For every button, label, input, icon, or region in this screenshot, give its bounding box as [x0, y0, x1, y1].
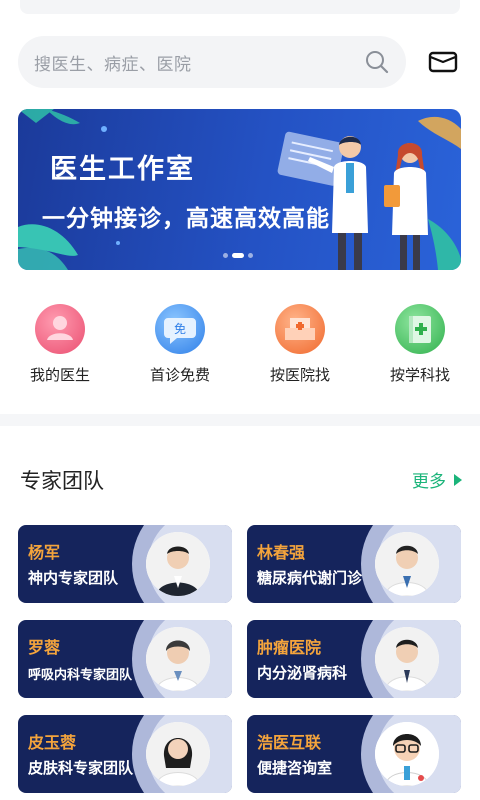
- more-link[interactable]: 更多: [412, 467, 462, 492]
- quick-entry-my-doctor[interactable]: 我的医生: [0, 304, 120, 385]
- team-description: 便捷咨询室: [257, 759, 333, 777]
- doctor-photo: [375, 532, 439, 596]
- mail-icon[interactable]: [428, 50, 458, 74]
- banner-dot: [248, 253, 253, 258]
- quick-entry-row: 我的医生 免 首诊免费 按医院找 按学科找: [0, 304, 480, 394]
- quick-entry-label: 我的医生: [29, 366, 90, 384]
- doctor-avatar-icon: [35, 304, 85, 354]
- section-divider: [0, 414, 480, 426]
- banner-pagination: [223, 253, 253, 258]
- banner-subtitle: 一分钟接诊，高速高效高能: [42, 206, 330, 232]
- medical-book-icon: [395, 304, 445, 354]
- team-name: 浩医互联: [257, 733, 322, 752]
- search-row: 搜医生、病症、医院: [0, 36, 480, 88]
- banner-title: 医生工作室: [50, 154, 195, 185]
- team-card[interactable]: 林春强 糖尿病代谢门诊: [247, 525, 461, 603]
- quick-entry-by-department[interactable]: 按学科找: [360, 304, 480, 385]
- doctor-photo: [146, 532, 210, 596]
- team-card[interactable]: 皮玉蓉 皮肤科专家团队: [18, 715, 232, 793]
- team-name: 皮玉蓉: [28, 733, 77, 752]
- search-placeholder: 搜医生、病症、医院: [34, 54, 192, 75]
- doctor-photo: [146, 722, 210, 786]
- promo-banner[interactable]: 医生工作室 一分钟接诊，高速高效高能: [18, 109, 461, 270]
- team-description: 皮肤科专家团队: [28, 759, 134, 777]
- quick-entry-free-consult[interactable]: 免 首诊免费: [120, 304, 240, 385]
- more-label: 更多: [412, 472, 446, 492]
- team-card[interactable]: 罗蓉 呼吸内科专家团队: [18, 620, 232, 698]
- search-icon[interactable]: [364, 49, 390, 75]
- team-description: 糖尿病代谢门诊: [257, 569, 363, 587]
- quick-entry-label: 按医院找: [269, 366, 330, 384]
- status-strip: [20, 0, 460, 14]
- free-chat-icon: 免: [155, 304, 205, 354]
- doctor-cartoon-avatar: [375, 722, 439, 786]
- banner-dot: [223, 253, 228, 258]
- banner-illustration: [18, 109, 461, 270]
- team-card[interactable]: 浩医互联 便捷咨询室: [247, 715, 461, 793]
- team-description: 内分泌肾病科: [257, 664, 348, 682]
- quick-entry-by-hospital[interactable]: 按医院找: [240, 304, 360, 385]
- team-card[interactable]: 杨军 神内专家团队: [18, 525, 232, 603]
- doctor-photo: [375, 627, 439, 691]
- svg-text:免: 免: [174, 321, 186, 336]
- doctor-photo: [146, 627, 210, 691]
- quick-entry-label: 按学科找: [389, 366, 450, 384]
- team-name: 罗蓉: [28, 638, 61, 657]
- team-name: 林春强: [257, 543, 306, 562]
- banner-dot-active: [232, 253, 244, 258]
- team-name: 肿瘤医院: [257, 638, 322, 657]
- hospital-building-icon: [275, 304, 325, 354]
- team-description: 神内专家团队: [28, 569, 119, 587]
- section-title: 专家团队: [20, 469, 104, 493]
- quick-entry-label: 首诊免费: [149, 366, 210, 384]
- chevron-right-icon: [454, 473, 462, 486]
- team-name: 杨军: [28, 543, 61, 562]
- team-description: 呼吸内科专家团队: [28, 668, 133, 683]
- team-card[interactable]: 肿瘤医院 内分泌肾病科: [247, 620, 461, 698]
- search-input[interactable]: 搜医生、病症、医院: [18, 36, 406, 88]
